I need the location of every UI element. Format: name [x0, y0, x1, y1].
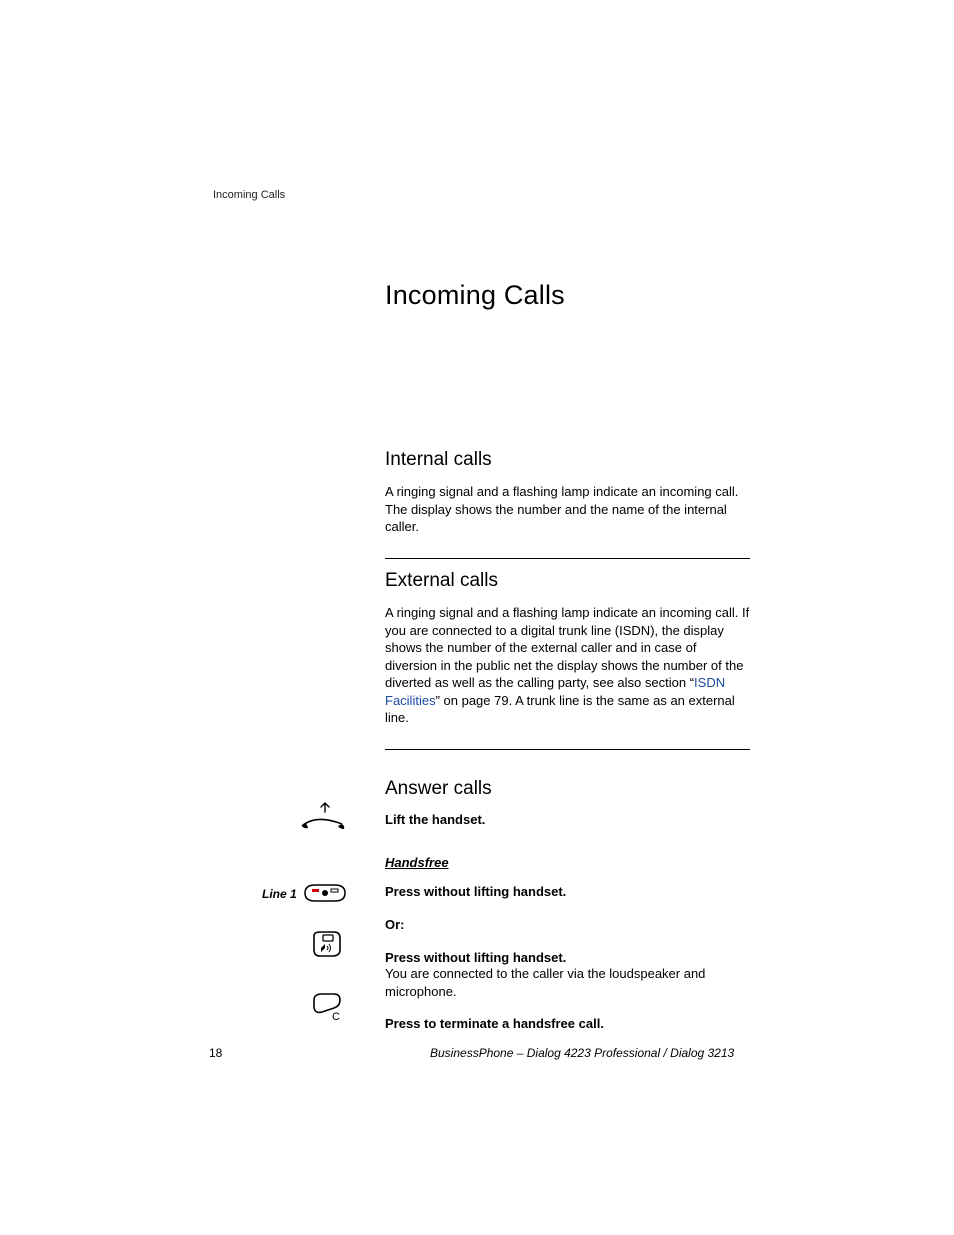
step-press-speaker-title: Press without lifting handset.	[385, 950, 750, 965]
step-terminate: Press to terminate a handsfree call.	[385, 1016, 750, 1031]
line1-key-icon	[303, 882, 347, 909]
page-title: Incoming Calls	[385, 280, 565, 311]
page: Incoming Calls Incoming Calls Internal c…	[0, 0, 954, 1235]
rule	[385, 749, 750, 750]
speaker-key-icon	[310, 930, 344, 965]
subheading-handsfree: Handsfree	[385, 855, 750, 870]
clear-key-icon: C	[310, 992, 344, 1027]
running-header: Incoming Calls	[213, 189, 285, 201]
step-lift-handset: Lift the handset.	[385, 812, 750, 827]
heading-internal: Internal calls	[385, 449, 750, 471]
label-or: Or:	[385, 917, 750, 932]
step-press-line1: Press without lifting handset.	[385, 884, 750, 899]
section-external: External calls A ringing signal and a fl…	[385, 570, 750, 750]
line1-label: Line 1	[262, 887, 297, 901]
section-answer: Answer calls Lift the handset. Handsfree…	[385, 778, 750, 1031]
heading-answer: Answer calls	[385, 778, 750, 800]
heading-external: External calls	[385, 570, 750, 592]
step-press-speaker: Press without lifting handset. You are c…	[385, 950, 750, 1000]
page-number: 18	[209, 1046, 222, 1060]
svg-text:C: C	[332, 1011, 340, 1022]
footer-line: BusinessPhone – Dialog 4223 Professional…	[430, 1046, 734, 1060]
step-press-speaker-body: You are connected to the caller via the …	[385, 965, 750, 1000]
rule	[385, 558, 750, 559]
body-external: A ringing signal and a flashing lamp ind…	[385, 604, 750, 727]
body-internal: A ringing signal and a flashing lamp ind…	[385, 483, 750, 536]
external-body-post: ” on page 79. A trunk line is the same a…	[385, 693, 735, 726]
section-internal: Internal calls A ringing signal and a fl…	[385, 449, 750, 559]
handset-lift-icon	[298, 800, 348, 835]
